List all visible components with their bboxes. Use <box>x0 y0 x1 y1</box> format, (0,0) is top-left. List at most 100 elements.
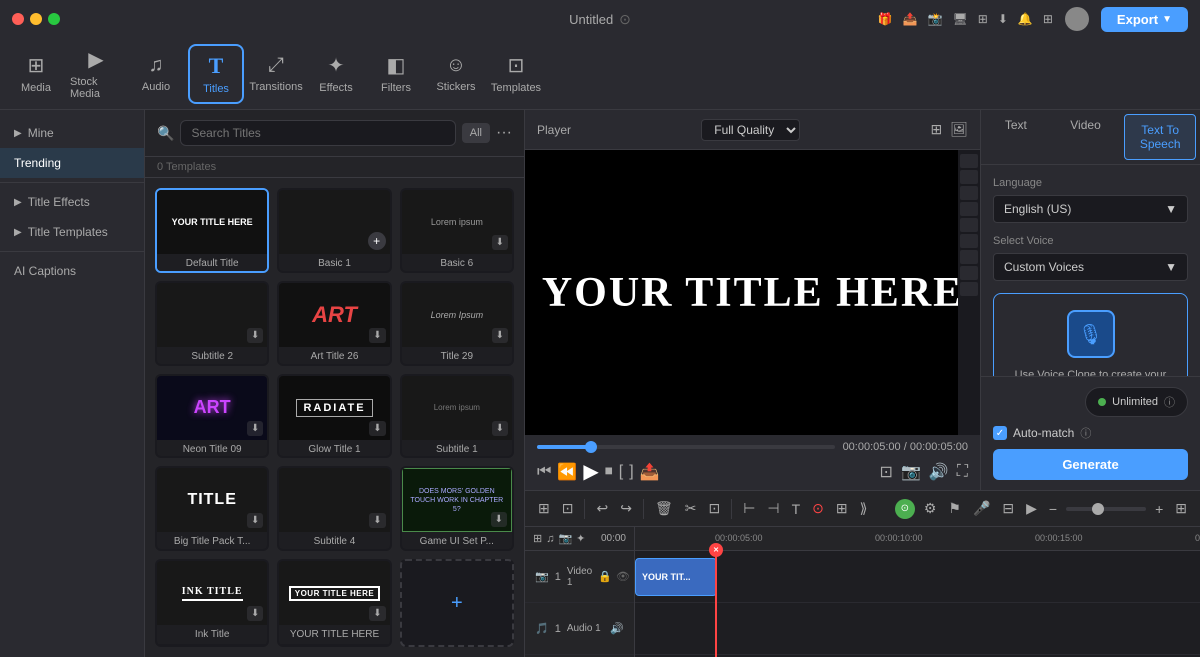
toolbar-item-media[interactable]: ⊞ Media <box>8 44 64 104</box>
fullscreen-player-button[interactable]: ⛶ <box>957 462 968 482</box>
bell-icon[interactable]: 🔔 <box>1018 12 1033 26</box>
toolbar-item-stock[interactable]: ▶ Stock Media <box>68 44 124 104</box>
more-options-button[interactable]: ··· <box>496 124 512 142</box>
title-card-ink[interactable]: INK TITLE ⬇ Ink Title <box>155 559 269 647</box>
screenshot-button[interactable]: 📷 <box>901 462 921 482</box>
audio-track-volume[interactable]: 🔊 <box>610 622 624 635</box>
toolbar-item-stickers[interactable]: ☺ Stickers <box>428 44 484 104</box>
tl-expand-button[interactable]: ⟫ <box>857 497 871 520</box>
bracket-start-button[interactable]: [ <box>619 463 623 481</box>
title-card-neon09[interactable]: ART ⬇ Neon Title 09 <box>155 374 269 459</box>
tl-zoom-slider[interactable] <box>1066 507 1146 511</box>
tl-audio-toggle[interactable]: ♫ <box>546 533 554 545</box>
stop-button[interactable]: ⏹ <box>605 463 613 481</box>
voice-clone-icon[interactable]: 🎙 <box>1067 310 1115 358</box>
tl-video-button[interactable]: ▶ <box>1023 497 1040 520</box>
language-select[interactable]: English (US) ▼ <box>993 195 1188 223</box>
title-card-subtitle1[interactable]: Lorem ipsum ⬇ Subtitle 1 <box>400 374 514 459</box>
sidebar-item-title-effects[interactable]: ▶ Title Effects <box>0 187 144 217</box>
track-eye-button[interactable]: 👁 <box>616 570 630 583</box>
toolbar-item-audio[interactable]: ♫ Audio <box>128 44 184 104</box>
tl-zoom-in-button[interactable]: + <box>1152 498 1166 520</box>
tl-options-button[interactable]: ⊞ <box>1172 497 1190 520</box>
download-icon[interactable]: ⬇ <box>998 12 1008 26</box>
timeline-clip-title[interactable]: YOUR TIT... <box>635 558 717 596</box>
media-view-button[interactable]: 🖼 <box>950 121 968 138</box>
tl-undo-button[interactable]: ↩ <box>593 497 611 520</box>
progress-handle[interactable] <box>585 441 597 453</box>
tl-scene-toggle[interactable]: ⊞ <box>533 532 542 545</box>
voice-select[interactable]: Custom Voices ▼ <box>993 253 1188 281</box>
title-card-glow1[interactable]: RADIATE ⬇ Glow Title 1 <box>277 374 391 459</box>
auto-match-checkbox[interactable]: ✓ <box>993 426 1007 440</box>
camera-icon[interactable]: 📸 <box>928 12 943 26</box>
player-quality-select[interactable]: Full Quality <box>701 119 800 141</box>
close-button[interactable] <box>12 13 24 25</box>
add-basic1-button[interactable]: + <box>368 232 386 250</box>
tl-caption-button[interactable]: ⊟ <box>999 497 1017 520</box>
generate-button[interactable]: Generate <box>993 449 1188 480</box>
apps-icon[interactable]: ⊞ <box>1043 12 1053 26</box>
tl-clip-button[interactable]: ⊡ <box>559 497 577 520</box>
tl-redo-button[interactable]: ↪ <box>617 497 635 520</box>
filter-all-button[interactable]: All <box>462 123 490 143</box>
picture-in-picture-button[interactable]: ⊡ <box>880 462 893 482</box>
tl-cut-button[interactable]: ✂ <box>682 497 700 520</box>
search-input[interactable] <box>180 120 455 146</box>
title-card-more[interactable]: + <box>400 559 514 647</box>
frame-back-button[interactable]: ⏪ <box>557 462 577 482</box>
unlimited-info-icon[interactable]: ⓘ <box>1164 394 1175 410</box>
progress-bar[interactable] <box>537 445 835 449</box>
tl-record-button[interactable]: ⊙ <box>809 497 827 520</box>
tl-text-button[interactable]: T <box>789 498 804 520</box>
title-card-subtitle4[interactable]: ⬇ Subtitle 4 <box>277 466 391 551</box>
minimize-button[interactable] <box>30 13 42 25</box>
bracket-end-button[interactable]: ] <box>629 463 633 481</box>
toolbar-item-titles[interactable]: T Titles <box>188 44 244 104</box>
tl-zoom-out-button[interactable]: − <box>1046 498 1060 520</box>
sidebar-item-title-templates[interactable]: ▶ Title Templates <box>0 217 144 247</box>
tab-video[interactable]: Video <box>1051 110 1121 164</box>
gift-icon[interactable]: 🎁 <box>878 12 893 26</box>
tl-flag-button[interactable]: ⚑ <box>945 497 964 520</box>
fullscreen-button[interactable] <box>48 13 60 25</box>
avatar[interactable] <box>1065 7 1089 31</box>
tl-zoom-handle[interactable] <box>1092 503 1104 515</box>
export-button[interactable]: Export ▼ <box>1101 7 1188 32</box>
tl-gear-button[interactable]: ⚙ <box>921 497 940 520</box>
tl-settings-button[interactable]: ⊙ <box>895 499 915 519</box>
title-card-art26[interactable]: ART ⬇ Art Title 26 <box>277 281 391 366</box>
title-card-subtitle2[interactable]: ⬇ Subtitle 2 <box>155 281 269 366</box>
title-card-stamp[interactable]: YOUR TITLE HERE ⬇ YOUR TITLE HERE <box>277 559 391 647</box>
share-icon[interactable]: 📤 <box>903 12 918 26</box>
auto-match-info-icon[interactable]: ⓘ <box>1080 425 1091 441</box>
monitor-icon[interactable]: 🖥 <box>953 12 968 26</box>
title-card-basic1[interactable]: + Basic 1 <box>277 188 391 273</box>
title-card-gameui[interactable]: DOES MORS' GOLDEN TOUCH WORK IN CHAPTER … <box>400 466 514 551</box>
title-card-bigtitle[interactable]: TITLE ⬇ Big Title Pack T... <box>155 466 269 551</box>
timeline-cursor[interactable]: ✕ <box>715 551 717 657</box>
sidebar-item-ai-captions[interactable]: AI Captions <box>0 256 144 286</box>
share-player-button[interactable]: 📤 <box>640 462 660 482</box>
tab-text[interactable]: Text <box>981 110 1051 164</box>
play-button[interactable]: ▶ <box>583 459 598 484</box>
grid-icon[interactable]: ⊞ <box>978 12 988 26</box>
title-card-basic6[interactable]: Lorem ipsum ⬇ Basic 6 <box>400 188 514 273</box>
toolbar-item-templates[interactable]: ⊡ Templates <box>488 44 544 104</box>
grid-view-button[interactable]: ⊞ <box>930 121 942 138</box>
tl-more-button[interactable]: ⊞ <box>833 497 851 520</box>
tl-mic-button[interactable]: 🎤 <box>970 497 993 520</box>
tl-split-button[interactable]: ⊢ <box>740 497 758 520</box>
tl-scene-button[interactable]: ⊞ <box>535 497 553 520</box>
title-card-default[interactable]: YOUR TITLE HERE Default Title <box>155 188 269 273</box>
unlimited-button[interactable]: Unlimited ⓘ <box>1085 387 1188 417</box>
sidebar-item-mine[interactable]: ▶ Mine <box>0 118 144 148</box>
toolbar-item-filters[interactable]: ◧ Filters <box>368 44 424 104</box>
tl-delete-button[interactable]: 🗑 <box>652 497 676 520</box>
tl-ai-button[interactable]: ✦ <box>576 532 585 545</box>
title-card-title29[interactable]: Lorem Ipsum ⬇ Title 29 <box>400 281 514 366</box>
tl-video-toggle[interactable]: 📷 <box>558 532 572 545</box>
tl-crop-button[interactable]: ⊡ <box>705 497 723 520</box>
skip-back-button[interactable]: ⏮ <box>537 463 551 481</box>
sidebar-item-trending[interactable]: Trending <box>0 148 144 178</box>
